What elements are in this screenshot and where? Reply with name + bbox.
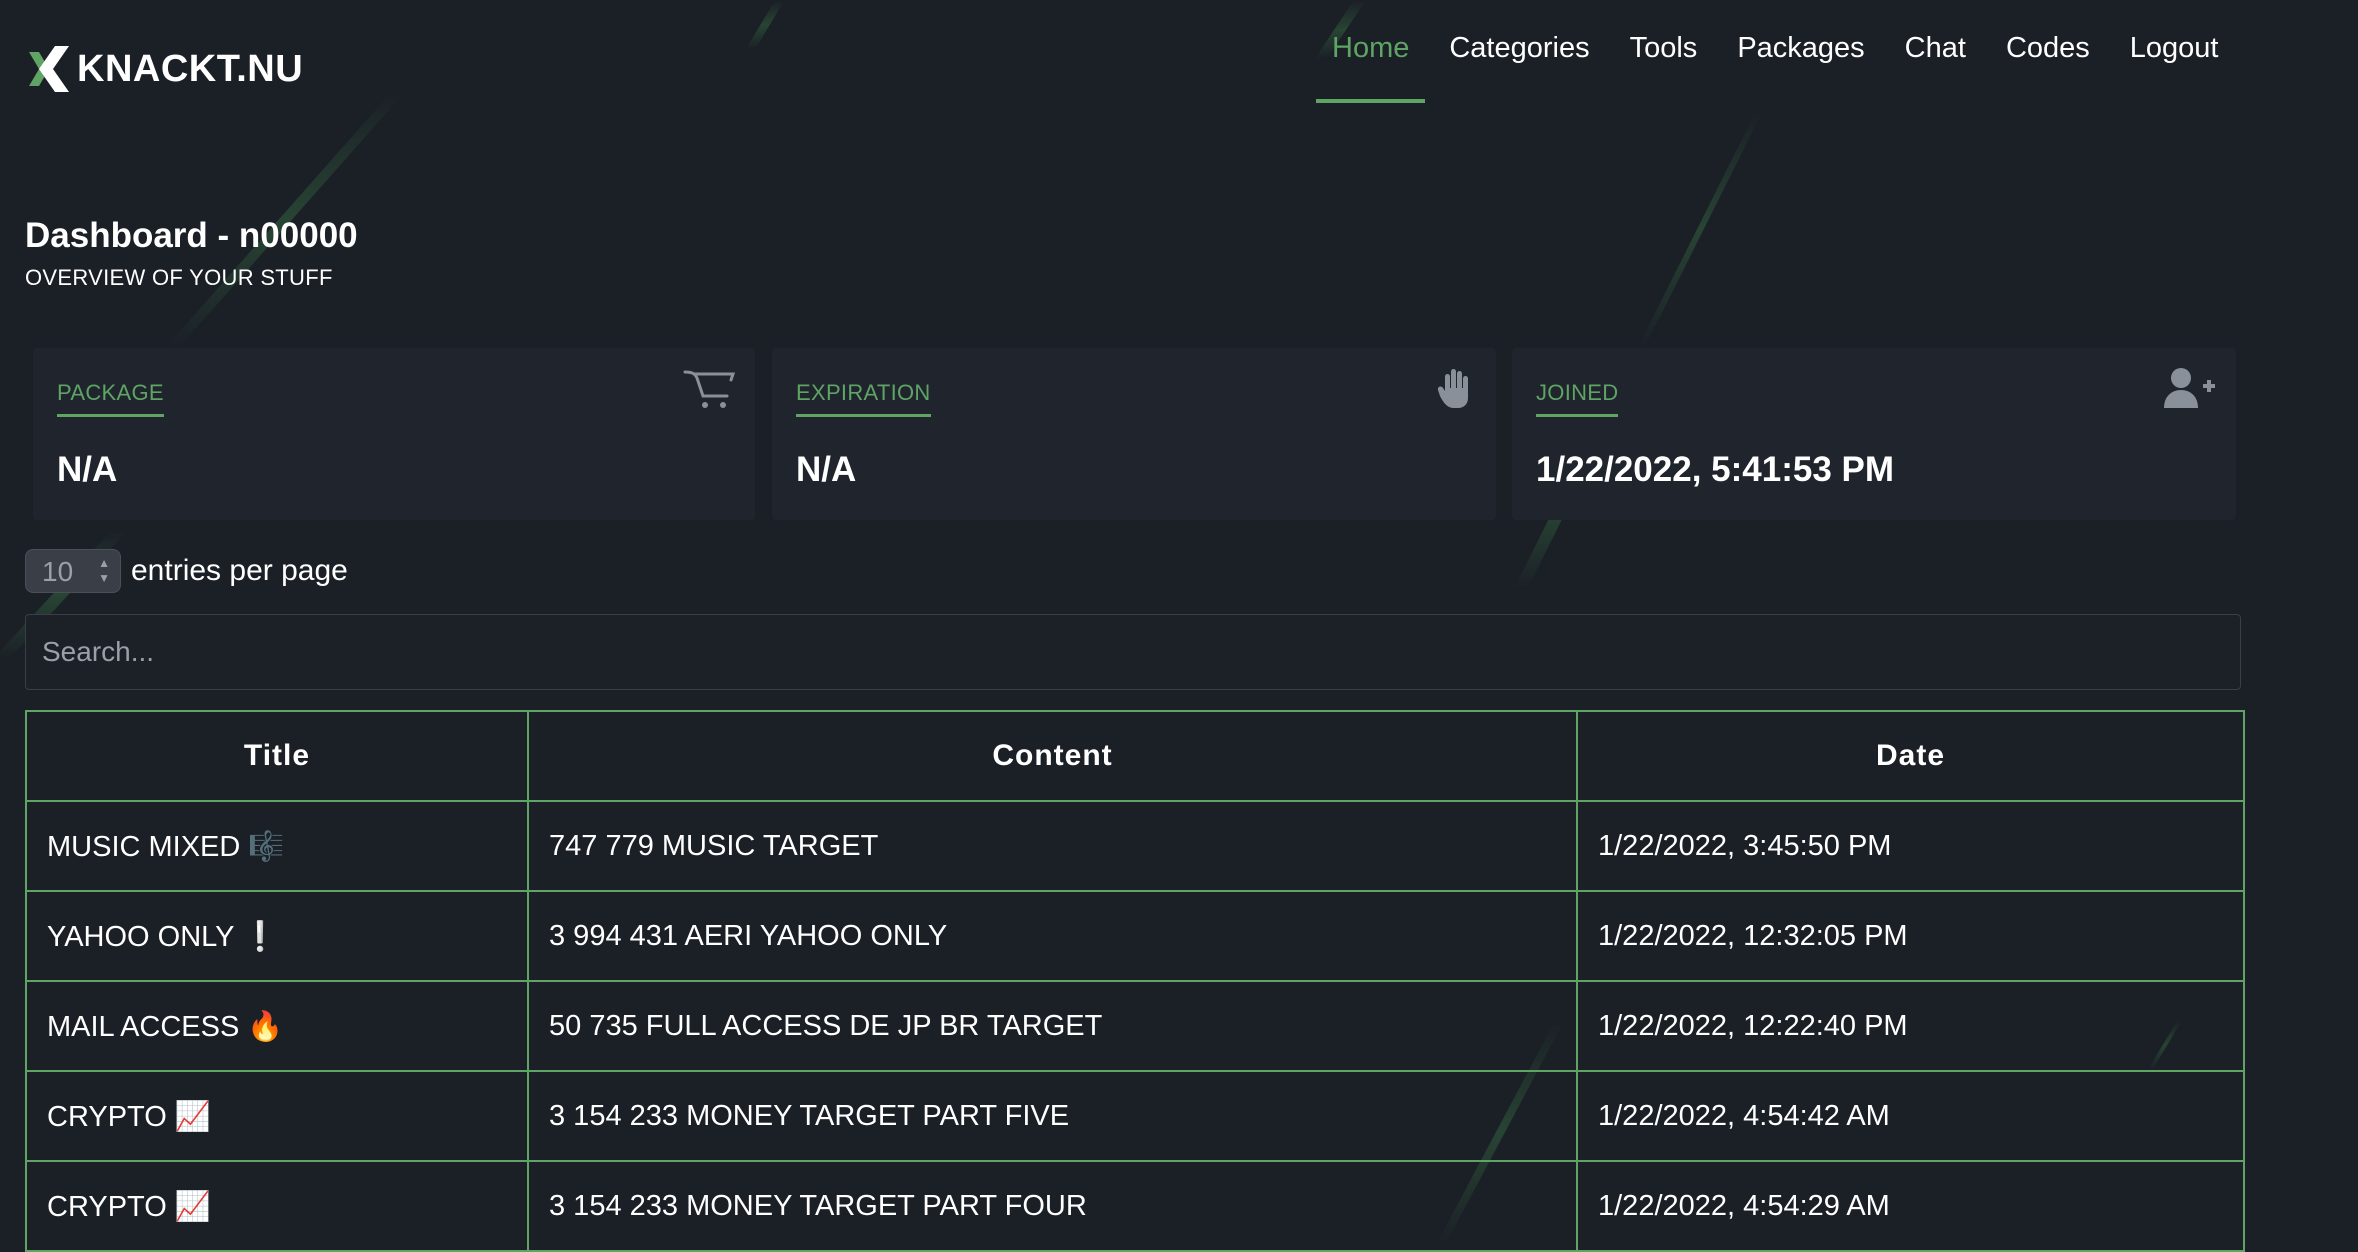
card-value: 1/22/2022, 5:41:53 PM	[1536, 450, 1895, 489]
user-plus-icon	[2164, 366, 2216, 415]
cell-content: 3 994 431 AERI YAHOO ONLY	[527, 890, 1578, 982]
data-table: Title Content Date MUSIC MIXED 🎼 747 779…	[25, 710, 2245, 1252]
cell-title: CRYPTO 📈	[25, 1160, 529, 1252]
table-header-row: Title Content Date	[25, 710, 2245, 802]
cell-date: 1/22/2022, 12:22:40 PM	[1576, 980, 2245, 1072]
cell-date: 1/22/2022, 12:32:05 PM	[1576, 890, 2245, 982]
cell-title: YAHOO ONLY ❕	[25, 890, 529, 982]
cell-title: MUSIC MIXED 🎼	[25, 800, 529, 892]
card-label: EXPIRATION	[796, 380, 931, 417]
up-down-arrows-icon: ▲ ▼	[98, 556, 110, 585]
page-title: Dashboard - n00000	[25, 216, 358, 255]
cell-content: 747 779 MUSIC TARGET	[527, 800, 1578, 892]
table-row[interactable]: YAHOO ONLY ❕ 3 994 431 AERI YAHOO ONLY 1…	[25, 890, 2245, 982]
logo[interactable]: KNACKT.NU	[25, 44, 303, 94]
page-subtitle: OVERVIEW OF YOUR STUFF	[25, 265, 333, 290]
hand-icon	[1436, 366, 1476, 415]
cart-icon	[683, 366, 736, 415]
package-card: PACKAGE N/A	[33, 348, 755, 520]
nav-categories[interactable]: Categories	[1433, 24, 1605, 76]
cell-content: 3 154 233 MONEY TARGET PART FIVE	[527, 1070, 1578, 1162]
cell-date: 1/22/2022, 4:54:29 AM	[1576, 1160, 2245, 1252]
table-row[interactable]: CRYPTO 📈 3 154 233 MONEY TARGET PART FIV…	[25, 1070, 2245, 1162]
chart-up-icon: 📈	[174, 1188, 211, 1223]
row-title: CRYPTO	[47, 1100, 167, 1133]
card-label: PACKAGE	[57, 380, 164, 417]
entries-select[interactable]: 10 ▲ ▼	[25, 549, 121, 593]
table-row[interactable]: MAIL ACCESS 🔥 50 735 FULL ACCESS DE JP B…	[25, 980, 2245, 1072]
column-header-title[interactable]: Title	[25, 710, 529, 802]
main-nav: Home Categories Tools Packages Chat Code…	[1316, 24, 2235, 103]
entries-per-page: 10 ▲ ▼ entries per page	[25, 548, 348, 594]
nav-tools[interactable]: Tools	[1614, 24, 1714, 76]
exclamation-icon: ❕	[242, 918, 279, 953]
table-row[interactable]: CRYPTO 📈 3 154 233 MONEY TARGET PART FOU…	[25, 1160, 2245, 1252]
row-title: YAHOO ONLY	[47, 920, 234, 953]
logo-x-icon	[29, 46, 69, 92]
chart-up-icon: 📈	[174, 1098, 211, 1133]
nav-logout[interactable]: Logout	[2114, 24, 2235, 76]
card-label: JOINED	[1536, 380, 1619, 417]
entries-value: 10	[42, 556, 74, 587]
search-input[interactable]	[25, 614, 2241, 690]
column-header-content[interactable]: Content	[527, 710, 1578, 802]
joined-card: JOINED 1/22/2022, 5:41:53 PM	[1512, 348, 2236, 520]
logo-text: KNACKT.NU	[77, 47, 304, 90]
fire-icon: 🔥	[247, 1008, 284, 1043]
nav-codes[interactable]: Codes	[1990, 24, 2106, 76]
table-row[interactable]: MUSIC MIXED 🎼 747 779 MUSIC TARGET 1/22/…	[25, 800, 2245, 892]
row-title: MUSIC MIXED	[47, 830, 241, 863]
cell-date: 1/22/2022, 4:54:42 AM	[1576, 1070, 2245, 1162]
row-title: CRYPTO	[47, 1190, 167, 1223]
entries-label: entries per page	[131, 554, 348, 587]
card-value: N/A	[796, 450, 857, 489]
row-title: MAIL ACCESS	[47, 1010, 240, 1043]
nav-packages[interactable]: Packages	[1721, 24, 1880, 76]
column-header-date[interactable]: Date	[1576, 710, 2245, 802]
expiration-card: EXPIRATION N/A	[772, 348, 1496, 520]
music-icon: 🎼	[248, 828, 285, 863]
cell-title: CRYPTO 📈	[25, 1070, 529, 1162]
cell-content: 3 154 233 MONEY TARGET PART FOUR	[527, 1160, 1578, 1252]
cell-content: 50 735 FULL ACCESS DE JP BR TARGET	[527, 980, 1578, 1072]
cell-title: MAIL ACCESS 🔥	[25, 980, 529, 1072]
nav-home[interactable]: Home	[1316, 24, 1426, 103]
card-value: N/A	[57, 450, 118, 489]
cell-date: 1/22/2022, 3:45:50 PM	[1576, 800, 2245, 892]
nav-chat[interactable]: Chat	[1889, 24, 1982, 76]
